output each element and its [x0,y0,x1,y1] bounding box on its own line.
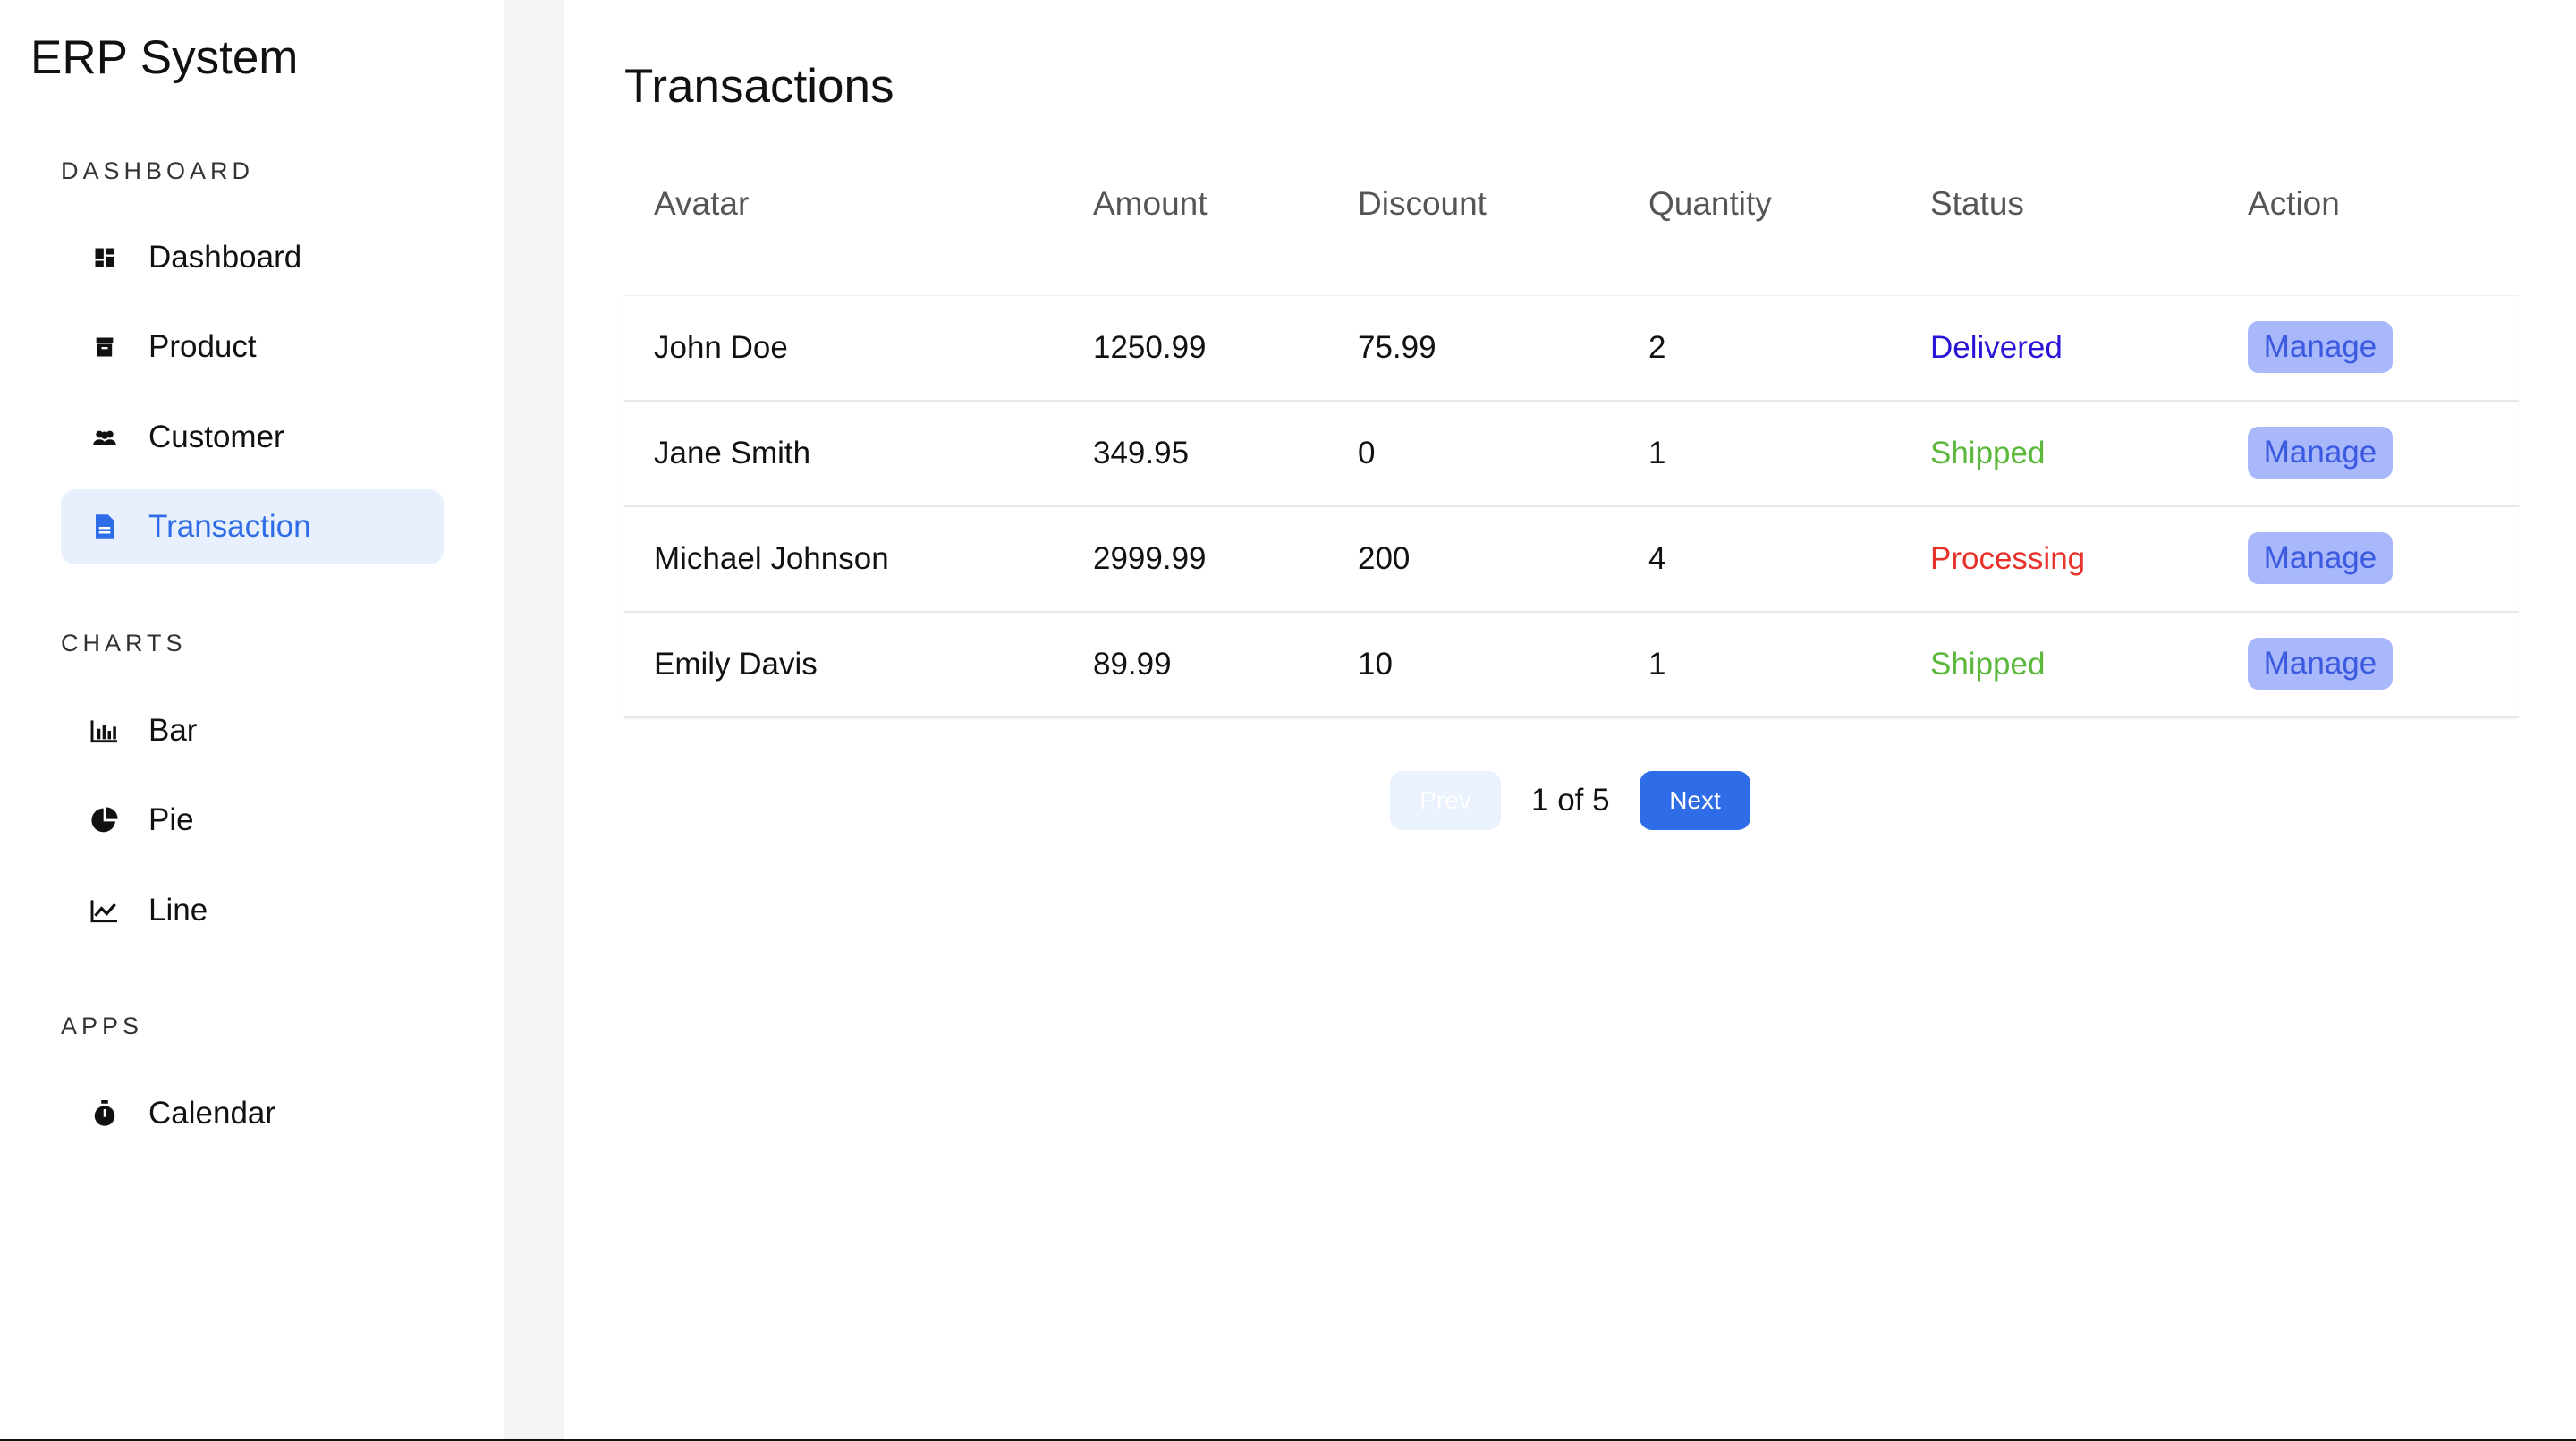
sidebar-item-label: Calendar [148,1096,276,1131]
stopwatch-icon [89,1098,120,1129]
column-header-action[interactable]: Action [2248,185,2340,223]
sidebar-item-label: Customer [148,420,284,454]
page-indicator: 1 of 5 [1531,783,1610,818]
sidebar-item-line[interactable]: Line [61,873,444,948]
manage-button[interactable]: Manage [2248,427,2393,479]
app-window: ERP System DASHBOARD Dashboard Product C… [0,0,2576,1441]
cell-avatar: Emily Davis [654,647,818,682]
sidebar-item-calendar[interactable]: Calendar [61,1076,444,1151]
line-chart-icon [89,895,120,926]
table-row: John Doe 1250.99 75.99 2 Delivered Manag… [624,295,2519,402]
prev-button[interactable]: Prev [1390,771,1501,830]
main-content: Transactions Avatar Amount Discount Quan… [564,0,2576,1439]
cell-avatar: Michael Johnson [654,541,889,576]
app-title: ERP System [30,31,299,84]
section-label-charts: CHARTS [61,630,187,657]
document-icon [89,512,120,542]
page-title: Transactions [624,60,894,113]
table-row: Michael Johnson 2999.99 200 4 Processing… [624,507,2519,613]
sidebar-item-customer[interactable]: Customer [61,400,444,475]
dashboard-icon [89,242,120,273]
column-header-status[interactable]: Status [1930,185,2024,223]
cell-amount: 2999.99 [1093,541,1207,576]
transactions-table: Avatar Amount Discount Quantity Status A… [624,170,2519,718]
status-badge: Shipped [1930,647,2046,682]
cell-quantity: 2 [1648,330,1666,365]
table-row: Jane Smith 349.95 0 1 Shipped Manage [624,402,2519,507]
table-header: Avatar Amount Discount Quantity Status A… [624,170,2519,295]
sidebar-item-label: Line [148,893,208,928]
sidebar-item-product[interactable]: Product [61,309,444,385]
column-header-amount[interactable]: Amount [1093,185,1208,223]
cell-discount: 75.99 [1358,330,1436,365]
people-icon [89,422,120,453]
manage-button[interactable]: Manage [2248,321,2393,373]
bar-chart-icon [89,716,120,746]
sidebar: ERP System DASHBOARD Dashboard Product C… [0,0,504,1439]
next-button[interactable]: Next [1640,771,1750,830]
column-header-discount[interactable]: Discount [1358,185,1487,223]
manage-button[interactable]: Manage [2248,638,2393,690]
column-header-quantity[interactable]: Quantity [1648,185,1772,223]
cell-quantity: 1 [1648,436,1666,470]
manage-button[interactable]: Manage [2248,532,2393,584]
sidebar-item-label: Pie [148,802,194,837]
box-icon [89,332,120,362]
cell-amount: 89.99 [1093,647,1172,682]
cell-quantity: 4 [1648,541,1666,576]
pagination: Prev 1 of 5 Next [564,771,2576,834]
table-row: Emily Davis 89.99 10 1 Shipped Manage [624,613,2519,718]
cell-quantity: 1 [1648,647,1666,682]
cell-discount: 200 [1358,541,1411,576]
sidebar-item-pie[interactable]: Pie [61,783,444,858]
sidebar-item-bar[interactable]: Bar [61,693,444,768]
cell-avatar: John Doe [654,330,788,365]
cell-discount: 10 [1358,647,1393,682]
sidebar-item-label: Transaction [148,509,311,544]
status-badge: Delivered [1930,330,2063,365]
sidebar-item-transaction[interactable]: Transaction [61,489,444,564]
status-badge: Shipped [1930,436,2046,470]
sidebar-item-label: Dashboard [148,240,302,275]
section-label-dashboard: DASHBOARD [61,157,255,184]
pie-chart-icon [89,805,120,835]
column-header-avatar[interactable]: Avatar [654,185,749,223]
cell-discount: 0 [1358,436,1376,470]
cell-avatar: Jane Smith [654,436,811,470]
section-label-apps: APPS [61,1013,144,1039]
sidebar-item-label: Product [148,329,257,364]
sidebar-divider [504,0,564,1439]
sidebar-item-label: Bar [148,713,198,748]
status-badge: Processing [1930,541,2086,576]
sidebar-item-dashboard[interactable]: Dashboard [61,220,444,295]
cell-amount: 349.95 [1093,436,1190,470]
cell-amount: 1250.99 [1093,330,1207,365]
